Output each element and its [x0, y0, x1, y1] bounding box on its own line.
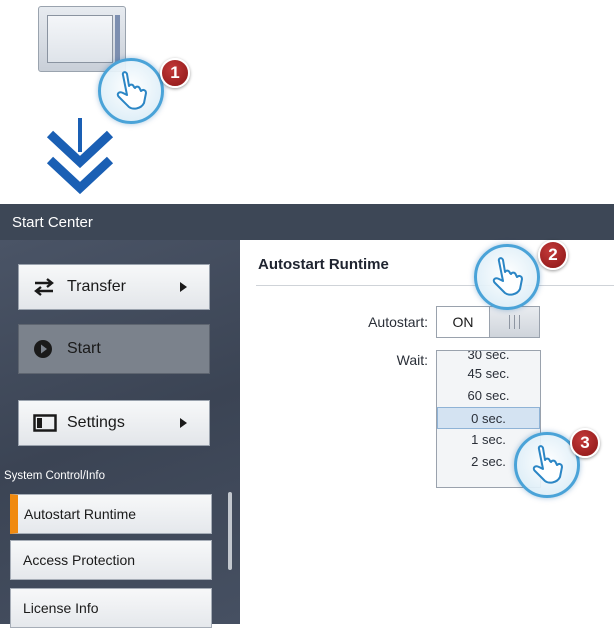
nav-item-autostart-runtime[interactable]: Autostart Runtime	[10, 494, 212, 534]
tap-hand-icon	[474, 244, 540, 310]
step-badge-1: 1	[160, 58, 190, 88]
submenu-arrow-icon	[180, 282, 187, 292]
start-button[interactable]: Start	[18, 324, 210, 374]
autostart-label: Autostart:	[368, 314, 428, 330]
play-icon	[33, 339, 67, 359]
nav-item-label: Autostart Runtime	[24, 506, 137, 522]
start-label: Start	[67, 340, 101, 357]
submenu-arrow-icon	[180, 418, 187, 428]
transfer-label: Transfer	[67, 278, 126, 295]
wait-option[interactable]: 45 sec.	[437, 363, 540, 385]
wait-option[interactable]: 30 sec.	[437, 351, 540, 363]
wait-option[interactable]: 60 sec.	[437, 385, 540, 407]
step-badge-2: 2	[538, 240, 568, 270]
wait-label: Wait:	[396, 352, 428, 368]
nav-item-license-info[interactable]: License Info	[10, 588, 212, 628]
page-title: Autostart Runtime	[258, 256, 389, 273]
double-chevron-down-icon	[44, 118, 116, 196]
sidebar-scrollbar[interactable]	[228, 492, 232, 570]
transfer-button[interactable]: Transfer	[18, 264, 210, 310]
nav-item-label: Access Protection	[23, 552, 136, 568]
section-label: System Control/Info	[4, 470, 105, 482]
toggle-state-text: ON	[437, 307, 489, 337]
autostart-toggle[interactable]: ON	[436, 306, 540, 338]
wait-option-selected[interactable]: 0 sec.	[437, 407, 540, 429]
settings-label: Settings	[67, 414, 125, 431]
nav-item-access-protection[interactable]: Access Protection	[10, 540, 212, 580]
content-panel	[240, 240, 614, 624]
tap-hand-icon	[98, 58, 164, 124]
title-bar: Start Center	[0, 204, 614, 240]
window-title: Start Center	[12, 213, 93, 231]
settings-window-icon	[33, 414, 67, 432]
step-badge-3: 3	[570, 428, 600, 458]
device-side-bar	[115, 15, 120, 63]
toggle-knob[interactable]	[489, 307, 539, 337]
settings-button[interactable]: Settings	[18, 400, 210, 446]
transfer-arrows-icon	[33, 278, 67, 296]
nav-item-label: License Info	[23, 600, 99, 616]
device-screen	[47, 15, 113, 63]
title-divider	[256, 285, 614, 286]
